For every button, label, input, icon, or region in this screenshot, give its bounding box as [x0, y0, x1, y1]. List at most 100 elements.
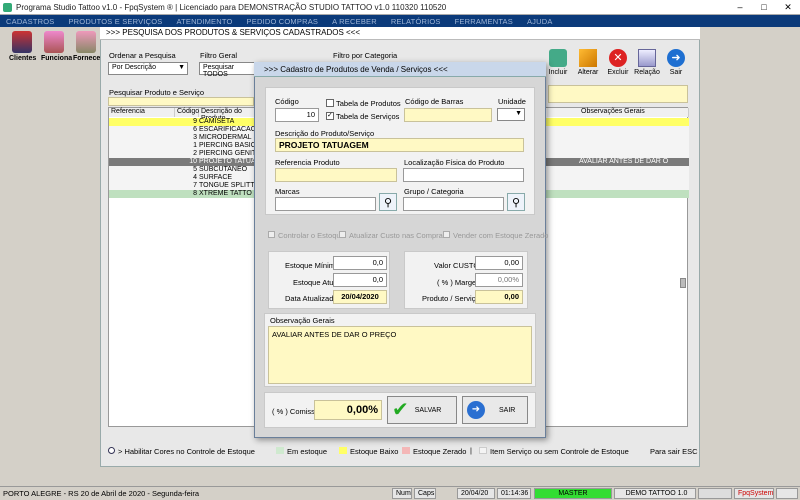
vender-zerado-checkbox[interactable]: [443, 231, 450, 238]
atualizar-custo-checkbox[interactable]: [339, 231, 346, 238]
search-window-title-bar: >>> PESQUISA DOS PRODUTOS & SERVIÇOS CAD…: [100, 27, 700, 40]
add-icon: [549, 49, 567, 67]
clients-icon: [12, 31, 32, 53]
filtro-geral-select[interactable]: Pesquisar TODOS: [199, 62, 255, 78]
marcas-input[interactable]: [275, 197, 376, 211]
menu-relatorios[interactable]: RELATÓRIOS: [391, 17, 441, 26]
status-time: 01:14:36: [497, 488, 531, 499]
observacao-label: Observação Gerais: [270, 316, 335, 325]
sair-button[interactable]: ➜ SAIR: [462, 396, 528, 424]
valor-custo-field[interactable]: 0,00: [475, 256, 523, 270]
estoque-baixo-label: Estoque Baixo: [350, 447, 399, 456]
margem-field[interactable]: 0,00%: [475, 273, 523, 287]
pesquisar-input[interactable]: [108, 97, 254, 106]
produto-servico-field[interactable]: 0,00: [475, 290, 523, 304]
status-num: Num: [392, 488, 412, 499]
descricao-input[interactable]: PROJETO TATUAGEM: [275, 138, 524, 152]
menu-a-receber[interactable]: A RECEBER: [332, 17, 377, 26]
menu-atendimento[interactable]: ATENDIMENTO: [176, 17, 232, 26]
report-icon: [638, 49, 656, 67]
estoque-atual-field[interactable]: 0,0: [333, 273, 387, 287]
unidade-select[interactable]: ▼: [497, 108, 525, 121]
marcas-label: Marcas: [275, 187, 300, 196]
filtro-geral-label: Filtro Geral: [200, 51, 238, 60]
codigo-barras-input[interactable]: [404, 108, 492, 122]
em-estoque-swatch: [276, 447, 284, 454]
referencia-label: Referencia Produto: [275, 158, 340, 167]
relacao-button[interactable]: Relação: [633, 49, 661, 76]
localizacao-input[interactable]: [403, 168, 524, 182]
tabela-produtos-checkbox[interactable]: [326, 99, 334, 107]
estoque-baixo-swatch: [339, 447, 347, 454]
alterar-button[interactable]: Alterar: [574, 49, 602, 76]
codigo-field[interactable]: 10: [275, 108, 319, 122]
suppliers-button[interactable]: Fornece: [73, 31, 100, 62]
col-header-descricao[interactable]: Descrição do Produto: [199, 108, 255, 122]
col-header-observacoes[interactable]: Observações Gerais: [579, 108, 689, 117]
grupo-input[interactable]: [403, 197, 504, 211]
tabela-servicos-checkbox[interactable]: ✓: [326, 112, 334, 120]
clients-button[interactable]: Clientes: [9, 31, 36, 62]
data-atualizado-field: 20/04/2020: [333, 290, 387, 304]
excluir-button[interactable]: ✕ Excluir: [604, 49, 632, 76]
chevron-down-icon: ▼: [178, 64, 185, 71]
grupo-search-button[interactable]: ⚲: [507, 193, 525, 211]
estoque-zerado-label: Estoque Zerado: [413, 447, 467, 456]
employees-icon: [44, 31, 64, 53]
tabela-servicos-label: Tabela de Serviços: [336, 112, 400, 121]
salvar-button[interactable]: ✔ SALVAR: [387, 396, 457, 424]
pesquisar-label: Pesquisar Produto e Serviço: [109, 88, 205, 97]
unidade-label: Unidade: [498, 97, 526, 106]
tabela-produtos-label: Tabela de Produtos: [336, 99, 401, 108]
habilitar-label: > Habilitar Cores no Controle de Estoque: [118, 447, 255, 456]
edit-icon: [579, 49, 597, 67]
app-icon: [3, 3, 12, 12]
window-title: Programa Studio Tattoo v1.0 - FpqSystem …: [16, 2, 447, 12]
localizacao-label: Localização Física do Produto: [404, 158, 505, 167]
ordenar-select[interactable]: Por Descrição ▼: [108, 62, 188, 75]
em-estoque-label: Em estoque: [287, 447, 328, 456]
item-servico-label: Item Serviço ou sem Controle de Estoque: [490, 447, 629, 456]
incluir-button[interactable]: Incluir: [544, 49, 572, 76]
menu-ferramentas[interactable]: FERRAMENTAS: [455, 17, 513, 26]
ordenar-label: Ordenar a Pesquisa: [109, 51, 176, 60]
col-header-codigo[interactable]: Código: [175, 108, 199, 117]
referencia-input[interactable]: [275, 168, 397, 182]
dialog-title-bar: >>> Cadastro de Produtos de Venda / Serv…: [254, 62, 546, 77]
minimize-button[interactable]: –: [728, 1, 752, 14]
search-window-title: >>> PESQUISA DOS PRODUTOS & SERVIÇOS CAD…: [106, 28, 361, 37]
estoque-minimo-label: Estoque Mínimo: [285, 261, 340, 270]
observacao-textarea[interactable]: AVALIAR ANTES DE DAR O PREÇO: [268, 326, 532, 384]
vender-zerado-label: Vender com Estoque Zerado: [453, 231, 549, 240]
grupo-label: Grupo / Categoria: [404, 187, 464, 196]
sair-toolbar-button[interactable]: ➜ Sair: [662, 49, 690, 76]
status-location: PORTO ALEGRE - RS 20 de Abril de 2020 - …: [3, 489, 200, 498]
pesquisar-input-right[interactable]: [548, 85, 688, 103]
table-scrollbar-thumb[interactable]: [680, 278, 686, 288]
marcas-search-button[interactable]: ⚲: [379, 193, 397, 211]
para-sair-label: Para sair ESC: [650, 447, 698, 456]
close-button[interactable]: ✕: [776, 1, 800, 14]
controlar-estoque-checkbox[interactable]: [268, 231, 275, 238]
col-header-referencia[interactable]: Referencia: [109, 108, 175, 117]
menu-bar: CADASTROS PRODUTOS E SERVIÇOS ATENDIMENT…: [0, 15, 800, 27]
employees-button[interactable]: Funciona: [41, 31, 72, 62]
estoque-minimo-field[interactable]: 0,0: [333, 256, 387, 270]
habilitar-radio[interactable]: [108, 447, 115, 454]
suppliers-icon: [76, 31, 96, 53]
chevron-down-icon: ▼: [515, 110, 522, 117]
controlar-estoque-label: Controlar o Estoque: [278, 231, 345, 240]
status-master-badge: MASTER: [534, 488, 612, 499]
menu-produtos-servicos[interactable]: PRODUTOS E SERVIÇOS: [68, 17, 162, 26]
valor-custo-label: Valor CUSTO: [434, 261, 480, 270]
maximize-button[interactable]: □: [752, 1, 776, 14]
dialog-title: >>> Cadastro de Produtos de Venda / Serv…: [264, 65, 448, 74]
estoque-zerado-swatch: [402, 447, 410, 454]
codigo-label: Código: [275, 97, 299, 106]
menu-pedido-compras[interactable]: PEDIDO COMPRAS: [247, 17, 319, 26]
atualizar-custo-label: Atualizar Custo nas Compras: [349, 231, 447, 240]
comissao-field[interactable]: 0,00%: [314, 400, 382, 420]
menu-ajuda[interactable]: AJUDA: [527, 17, 553, 26]
status-extra: [776, 488, 798, 499]
menu-cadastros[interactable]: CADASTROS: [6, 17, 54, 26]
